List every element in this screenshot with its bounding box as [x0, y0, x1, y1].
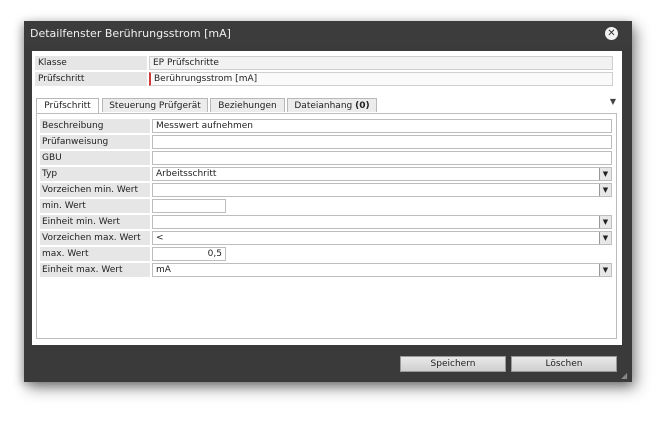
- max-wert-label: max. Wert: [40, 247, 150, 261]
- tab-dateianhang-count: (0): [355, 101, 370, 111]
- save-button[interactable]: Speichern: [400, 356, 506, 372]
- min-wert-label: min. Wert: [40, 199, 150, 213]
- einheit-max-select[interactable]: mA ▼: [152, 263, 612, 277]
- pruefschritt-row: Prüfschritt Berührungsstrom [mA]: [35, 72, 619, 86]
- tab-dateianhang-label: Dateianhang: [294, 101, 353, 111]
- delete-button[interactable]: Löschen: [511, 356, 617, 372]
- einheit-max-value: mA: [156, 265, 171, 275]
- resize-grip-icon[interactable]: ◢: [621, 371, 630, 380]
- einheit-min-select[interactable]: ▼: [152, 215, 612, 229]
- tab-beziehungen[interactable]: Beziehungen: [210, 98, 285, 112]
- detail-window: Detailfenster Berührungsstrom [mA] ✕ Kla…: [24, 21, 632, 382]
- typ-select[interactable]: Arbeitsschritt ▼: [152, 167, 612, 181]
- klasse-row: Klasse EP Prüfschritte: [35, 56, 619, 70]
- content-panel: Klasse EP Prüfschritte Prüfschritt Berüh…: [32, 51, 622, 345]
- einheit-max-label: Einheit max. Wert: [40, 263, 150, 277]
- title-bar: Detailfenster Berührungsstrom [mA] ✕: [24, 21, 632, 47]
- chevron-down-icon[interactable]: ▼: [599, 184, 611, 196]
- max-wert-field[interactable]: 0,5: [152, 247, 226, 261]
- chevron-down-icon[interactable]: ▼: [599, 264, 611, 276]
- einheit-min-label: Einheit min. Wert: [40, 215, 150, 229]
- vorzeichen-max-select[interactable]: < ▼: [152, 231, 612, 245]
- pruefschritt-label: Prüfschritt: [35, 72, 147, 86]
- window-title: Detailfenster Berührungsstrom [mA]: [30, 27, 231, 40]
- tab-pruefschritt[interactable]: Prüfschritt: [36, 98, 99, 114]
- klasse-label: Klasse: [35, 56, 147, 70]
- tab-dateianhang[interactable]: Dateianhang (0): [287, 98, 377, 112]
- chevron-down-icon[interactable]: ▼: [610, 97, 616, 106]
- tab-content-pruefschritt: Beschreibung Messwert aufnehmen Prüfanwe…: [36, 113, 617, 339]
- vorzeichen-min-label: Vorzeichen min. Wert: [40, 183, 150, 197]
- pruefschritt-field[interactable]: Berührungsstrom [mA]: [149, 72, 613, 86]
- typ-label: Typ: [40, 167, 150, 181]
- typ-select-value: Arbeitsschritt: [156, 169, 217, 179]
- klasse-field: EP Prüfschritte: [149, 56, 613, 70]
- close-icon[interactable]: ✕: [605, 27, 618, 40]
- chevron-down-icon[interactable]: ▼: [599, 216, 611, 228]
- tab-steuerung-pruefgeraet[interactable]: Steuerung Prüfgerät: [102, 98, 208, 112]
- vorzeichen-max-label: Vorzeichen max. Wert: [40, 231, 150, 245]
- chevron-down-icon[interactable]: ▼: [599, 232, 611, 244]
- pruefanweisung-field[interactable]: [152, 135, 612, 149]
- min-wert-field[interactable]: [152, 199, 226, 213]
- beschreibung-field[interactable]: Messwert aufnehmen: [152, 119, 612, 133]
- gbu-label: GBU: [40, 151, 150, 165]
- gbu-field[interactable]: [152, 151, 612, 165]
- vorzeichen-max-value: <: [156, 233, 164, 243]
- beschreibung-label: Beschreibung: [40, 119, 150, 133]
- chevron-down-icon[interactable]: ▼: [599, 168, 611, 180]
- pruefanweisung-label: Prüfanweisung: [40, 135, 150, 149]
- vorzeichen-min-select[interactable]: ▼: [152, 183, 612, 197]
